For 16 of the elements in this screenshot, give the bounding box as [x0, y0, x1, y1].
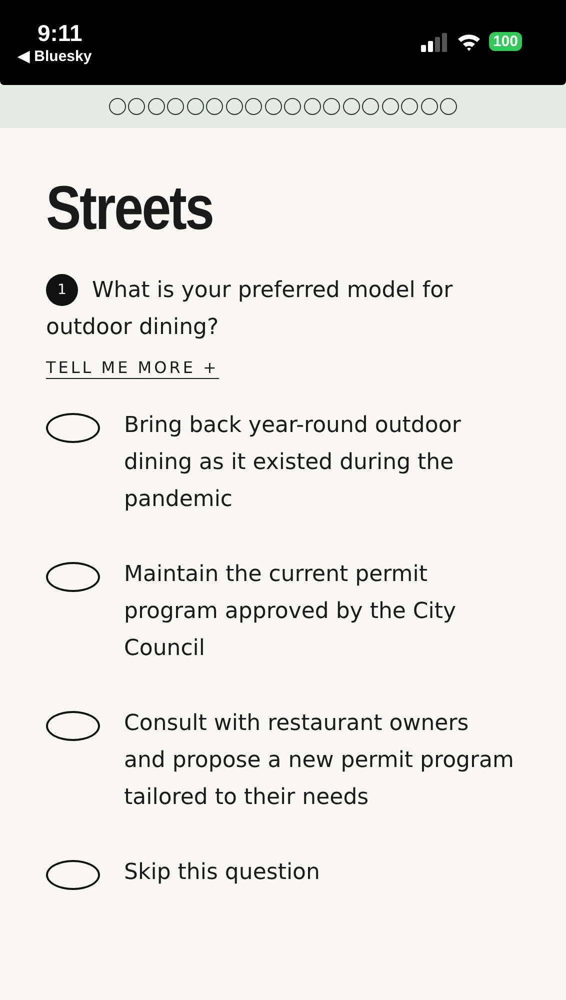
page-title: Streets: [46, 174, 213, 244]
wifi-icon: [456, 32, 481, 50]
radio-button[interactable]: [46, 711, 100, 741]
radio-button[interactable]: [46, 413, 100, 443]
signal-icon: [420, 32, 449, 52]
option-label[interactable]: Maintain the current permit program approved by the City Council: [124, 556, 514, 667]
option-label[interactable]: Bring back year-round outdoor dining as it existed during the pandemic: [124, 407, 514, 518]
status-time: 9:11: [37, 20, 82, 47]
option-label[interactable]: Consult with restaurant owners and propose a new permit program tailored to their needs: [124, 705, 514, 816]
back-link[interactable]: ◀ Bluesky: [18, 47, 92, 65]
radio-button[interactable]: [46, 562, 100, 592]
tell-more-link[interactable]: TELL ME MORE +: [46, 358, 219, 377]
battery-indicator: 100: [488, 32, 522, 51]
radio-button[interactable]: [46, 860, 100, 890]
question-text: 1 What is your preferred model for outdoor dining?: [46, 272, 514, 346]
option-label[interactable]: Skip this question: [124, 854, 320, 891]
